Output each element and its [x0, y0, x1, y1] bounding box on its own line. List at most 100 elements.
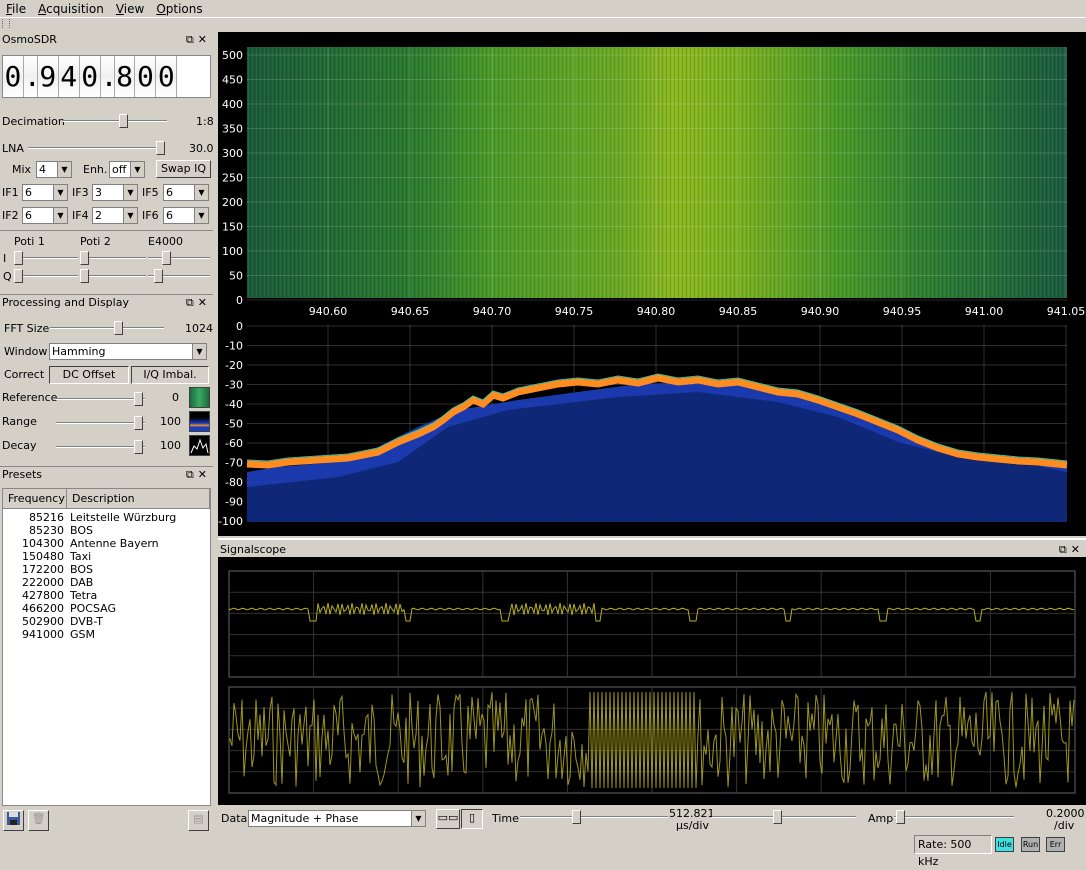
lna-slider[interactable]	[28, 141, 165, 155]
waterfall-y-tick: 350	[222, 123, 243, 136]
correct-label: Correct	[4, 368, 45, 381]
waterfall-view-icon[interactable]	[189, 387, 210, 408]
time-offset-slider[interactable]	[712, 810, 856, 824]
preset-description: DAB	[70, 576, 94, 589]
if4-select[interactable]: 2 ▼	[92, 207, 138, 224]
layout-side-by-side-button[interactable]: ▭▭	[436, 809, 460, 829]
edit-preset-button[interactable]: ▤	[188, 810, 209, 831]
if5-select[interactable]: 6 ▼	[163, 184, 209, 201]
preset-frequency: 150480	[22, 550, 64, 563]
poti1-q-slider[interactable]	[14, 269, 78, 283]
float-icon[interactable]: ⧉	[1059, 543, 1071, 556]
window-select[interactable]: Hamming ▼	[49, 343, 207, 360]
float-icon[interactable]: ⧉	[186, 33, 198, 46]
save-preset-button[interactable]	[3, 810, 24, 831]
if4-label: IF4	[72, 209, 89, 222]
frequency-digit[interactable]: 0	[135, 56, 157, 97]
amp-slider[interactable]	[894, 810, 1014, 824]
preset-row[interactable]: 85230 BOS	[3, 524, 210, 537]
menu-separator	[0, 17, 1086, 18]
frequency-digit[interactable]: 0	[79, 56, 101, 97]
frequency-digit[interactable]: 0	[3, 56, 24, 97]
preset-row[interactable]: 172200 BOS	[3, 563, 210, 576]
poti2-i-slider[interactable]	[80, 251, 146, 265]
waterfall-y-tick: 200	[222, 196, 243, 209]
frequency-digit[interactable]: .	[23, 56, 41, 97]
decay-slider[interactable]	[56, 440, 145, 454]
close-icon[interactable]: ✕	[198, 296, 211, 309]
spectrum-y-tick: -60	[225, 437, 243, 450]
fft-size-slider[interactable]	[50, 321, 164, 335]
time-slider[interactable]	[520, 810, 668, 824]
decay-value: 100	[160, 439, 181, 452]
delete-preset-button[interactable]: 🗑	[28, 810, 49, 831]
menu-acquisition[interactable]: Acquisition	[32, 2, 110, 16]
presets-title: Presets	[2, 468, 43, 481]
frequency-digit[interactable]: 4	[58, 56, 80, 97]
swap-iq-button[interactable]: Swap IQ	[156, 160, 211, 178]
frequency-display[interactable]: 0.940.800	[2, 55, 211, 98]
frequency-digit[interactable]: 9	[37, 56, 59, 97]
preset-row[interactable]: 466200 POCSAG	[3, 602, 210, 615]
preset-description: Leitstelle Würzburg	[70, 511, 177, 524]
presets-header: Frequency Description	[3, 489, 210, 509]
spectrum-view-icon[interactable]	[189, 411, 210, 432]
waterfall-x-tick: 941.05	[1047, 305, 1086, 318]
signalscope-display	[218, 557, 1086, 805]
close-icon[interactable]: ✕	[1071, 543, 1084, 556]
waterfall-y-tick: 250	[222, 172, 243, 185]
preset-row[interactable]: 150480 Taxi	[3, 550, 210, 563]
frequency-digit[interactable]: 0	[156, 56, 178, 97]
dc-offset-toggle[interactable]: DC Offset	[49, 366, 129, 384]
sample-rate-status: Rate: 500 kHz	[914, 835, 992, 868]
run-indicator: Run	[1021, 837, 1040, 852]
preset-row[interactable]: 427800 Tetra	[3, 589, 210, 602]
reference-slider[interactable]	[56, 392, 145, 406]
poti1-i-slider[interactable]	[14, 251, 78, 265]
signalscope-title: Signalscope	[220, 543, 287, 556]
layout-stacked-button[interactable]: ▯	[461, 809, 483, 829]
splitter[interactable]	[218, 538, 1086, 540]
toolbar-grip[interactable]	[2, 19, 10, 28]
column-description[interactable]: Description	[67, 489, 210, 508]
range-slider[interactable]	[56, 416, 145, 430]
e4000-i-slider[interactable]	[148, 251, 210, 265]
column-frequency[interactable]: Frequency	[3, 489, 67, 508]
waterfall-x-tick: 940.80	[637, 305, 676, 318]
menu-file[interactable]: File	[0, 2, 32, 16]
menu-view[interactable]: View	[110, 2, 150, 16]
spectrum-y-tick: 0	[236, 320, 243, 333]
mix-select[interactable]: 4 ▼	[36, 161, 72, 178]
preset-row[interactable]: 941000 GSM	[3, 628, 210, 641]
spectrum-y-tick: -50	[225, 418, 243, 431]
data-label: Data	[221, 812, 248, 825]
waterfall-y-tick: 50	[229, 270, 243, 283]
preset-row[interactable]: 502900 DVB-T	[3, 615, 210, 628]
preset-row[interactable]: 222000 DAB	[3, 576, 210, 589]
if6-select[interactable]: 6 ▼	[163, 207, 209, 224]
decay-label: Decay	[2, 439, 37, 452]
close-icon[interactable]: ✕	[198, 33, 211, 46]
if3-select[interactable]: 3 ▼	[92, 184, 138, 201]
poti2-q-slider[interactable]	[80, 269, 146, 283]
menu-options[interactable]: Options	[150, 2, 208, 16]
waterfall-y-tick: 450	[222, 74, 243, 87]
waterfall-and-spectrum-svg[interactable]: 500450400350300250200150100500 940.60 940…	[218, 32, 1086, 536]
float-icon[interactable]: ⧉	[186, 296, 198, 309]
float-icon[interactable]: ⧉	[186, 468, 198, 481]
preset-row[interactable]: 104300 Antenne Bayern	[3, 537, 210, 550]
if1-select[interactable]: 6 ▼	[22, 184, 68, 201]
preset-frequency: 85230	[29, 524, 64, 537]
iq-imbal-toggle[interactable]: I/Q Imbal.	[131, 366, 209, 384]
if2-select[interactable]: 6 ▼	[22, 207, 68, 224]
data-select[interactable]: Magnitude + Phase ▼	[248, 810, 426, 827]
decimation-slider[interactable]	[63, 114, 167, 128]
time-unit: µs/div	[676, 819, 709, 832]
peak-hold-icon[interactable]	[189, 435, 210, 456]
e4000-q-slider[interactable]	[148, 269, 210, 283]
close-icon[interactable]: ✕	[198, 468, 211, 481]
frequency-digit[interactable]: .	[100, 56, 117, 97]
preset-row[interactable]: 85216 Leitstelle Würzburg	[3, 511, 210, 524]
frequency-digit[interactable]: 8	[114, 56, 136, 97]
enh-select[interactable]: off ▼	[109, 161, 145, 178]
